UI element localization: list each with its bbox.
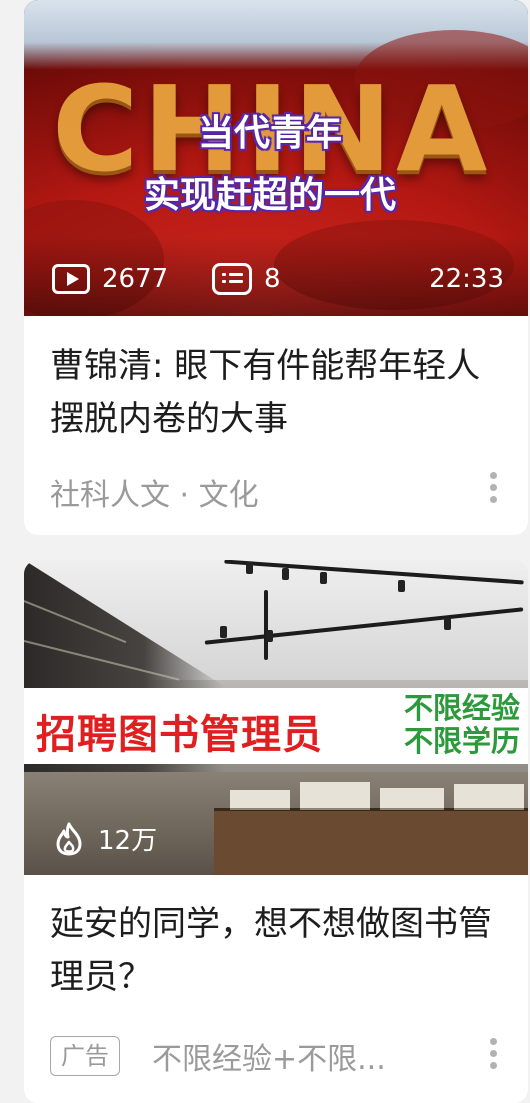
heat-count-stat: 12万 xyxy=(54,820,157,857)
play-count: 2677 xyxy=(102,264,169,294)
spot-light xyxy=(220,626,227,638)
banner-requirements: 不限经验 不限学历 xyxy=(404,692,520,758)
video-card[interactable]: CHINA 当代青年 实现赶超的一代 2677 8 22:33 曹锦清: 眼下有… xyxy=(24,0,528,535)
recruitment-banner: 招聘图书管理员 不限经验 不限学历 xyxy=(24,688,528,764)
card-category[interactable]: 社科人文 · 文化 xyxy=(50,470,259,514)
comment-list-icon xyxy=(212,263,252,295)
spot-light xyxy=(320,572,327,584)
banner-requirement-1: 不限经验 xyxy=(403,691,520,725)
duration-text: 22:33 xyxy=(429,264,504,294)
heat-count: 12万 xyxy=(98,826,158,856)
ad-card[interactable]: 招聘图书管理员 不限经验 不限学历 12万 延安的同学，想不想做图书管理员？ 广… xyxy=(24,560,528,1103)
book-pile xyxy=(454,784,524,810)
fire-icon xyxy=(56,822,82,855)
play-count-stat: 2677 xyxy=(52,264,168,294)
ad-meta: 广告 不限经验+不限... xyxy=(50,1034,386,1078)
ad-thumbnail[interactable]: 招聘图书管理员 不限经验 不限学历 12万 xyxy=(24,560,528,875)
banner-headline: 招聘图书管理员 xyxy=(36,712,323,758)
book-pile xyxy=(380,788,444,810)
spot-light xyxy=(444,618,451,630)
spot-light xyxy=(398,580,405,592)
display-table xyxy=(214,808,528,875)
ad-label-badge: 广告 xyxy=(50,1036,120,1076)
ad-description[interactable]: 不限经验+不限... xyxy=(152,1034,386,1078)
spot-light xyxy=(266,630,273,642)
comment-count: 8 xyxy=(264,264,281,294)
more-options-icon[interactable] xyxy=(488,1036,498,1072)
ceiling-rail xyxy=(264,590,268,660)
card-title[interactable]: 曹锦清: 眼下有件能帮年轻人摆脱内卷的大事 xyxy=(50,340,504,446)
card-title[interactable]: 延安的同学，想不想做图书管理员？ xyxy=(50,898,504,1004)
video-thumbnail[interactable]: CHINA 当代青年 实现赶超的一代 2677 8 22:33 xyxy=(24,0,528,316)
play-icon xyxy=(52,264,90,294)
banner-requirement-2: 不限学历 xyxy=(403,724,520,758)
comment-count-stat: 8 xyxy=(212,263,281,295)
book-pile xyxy=(300,782,370,810)
book-pile xyxy=(230,790,290,810)
content-feed: CHINA 当代青年 实现赶超的一代 2677 8 22:33 曹锦清: 眼下有… xyxy=(0,0,530,1103)
thumbnail-overlay-line1: 当代青年 xyxy=(197,113,342,154)
more-options-icon[interactable] xyxy=(488,470,498,506)
video-duration: 22:33 xyxy=(429,264,504,294)
spot-light xyxy=(282,568,289,580)
spot-light xyxy=(246,562,253,574)
thumbnail-overlay-line2: 实现赶超的一代 xyxy=(143,175,396,216)
